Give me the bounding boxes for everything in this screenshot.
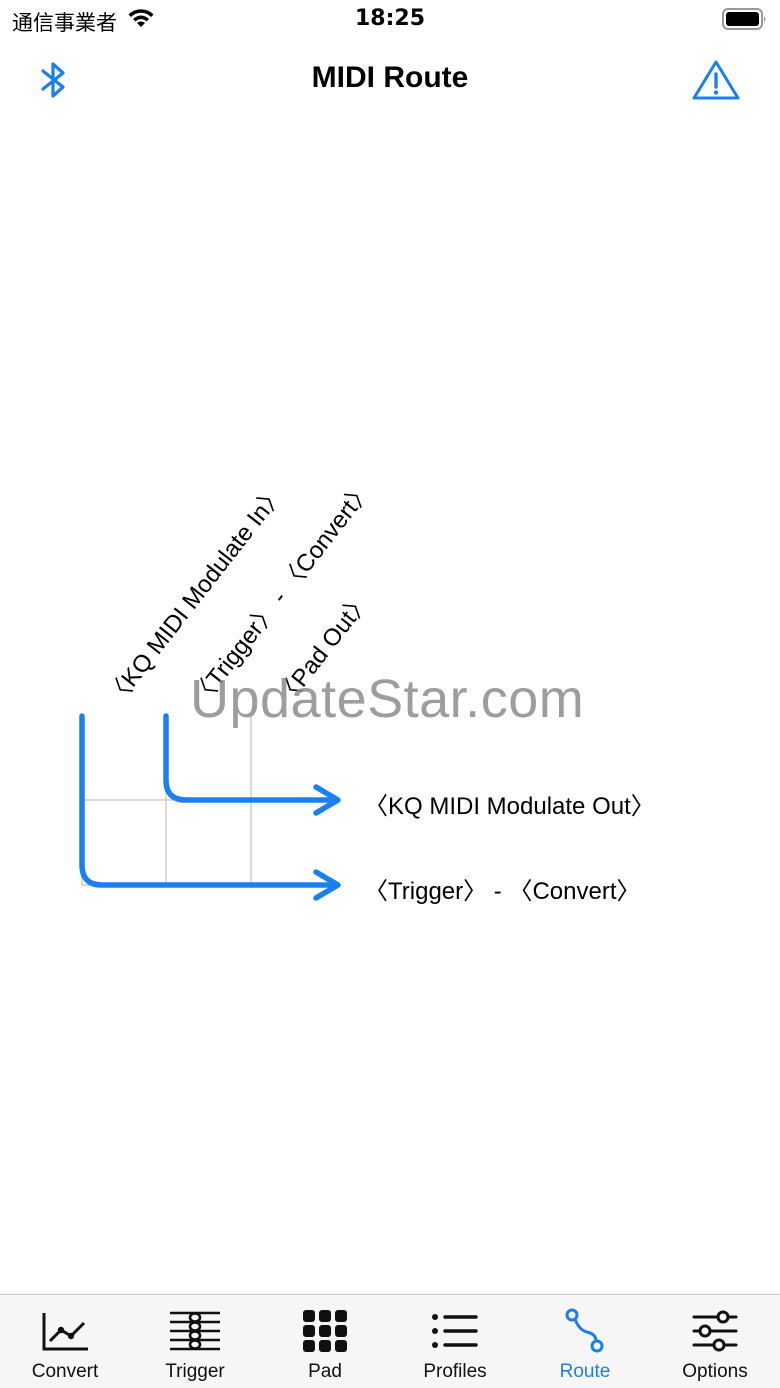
tab-label-options: Options (682, 1361, 748, 1382)
tab-pad[interactable]: Pad (260, 1295, 390, 1388)
tab-profiles[interactable]: Profiles (390, 1295, 520, 1388)
tab-label-convert: Convert (31, 1361, 99, 1382)
tab-options[interactable]: Options (650, 1295, 780, 1388)
tab-route[interactable]: Route (520, 1295, 650, 1388)
watermark-text: UpdateStar.com (190, 669, 585, 729)
destination-label-kq-midi-modulate-out: 〈KQ MIDI Modulate Out〉 (364, 793, 655, 820)
tab-bar: Convert Trigger Pad Profiles Route Optio… (0, 1294, 780, 1388)
sliders-icon (691, 1307, 739, 1355)
tab-label-route: Route (559, 1361, 611, 1382)
tab-label-profiles: Profiles (423, 1361, 487, 1382)
list-icon (431, 1307, 479, 1355)
tab-trigger[interactable]: Trigger (130, 1295, 260, 1388)
chart-line-icon (40, 1307, 90, 1355)
tab-label-pad: Pad (308, 1361, 342, 1382)
grid-pad-icon (302, 1307, 348, 1355)
route-icon (563, 1307, 607, 1355)
staff-notes-icon (168, 1307, 222, 1355)
route-graph (79, 713, 341, 901)
destination-label-trigger-convert: 〈Trigger〉 - 〈Convert〉 (364, 878, 641, 905)
route-diagram: 〈KQ MIDI Modulate In〉 〈Trigger〉 - 〈Conve… (0, 0, 780, 1290)
tab-label-trigger: Trigger (165, 1361, 225, 1382)
tab-convert[interactable]: Convert (0, 1295, 130, 1388)
